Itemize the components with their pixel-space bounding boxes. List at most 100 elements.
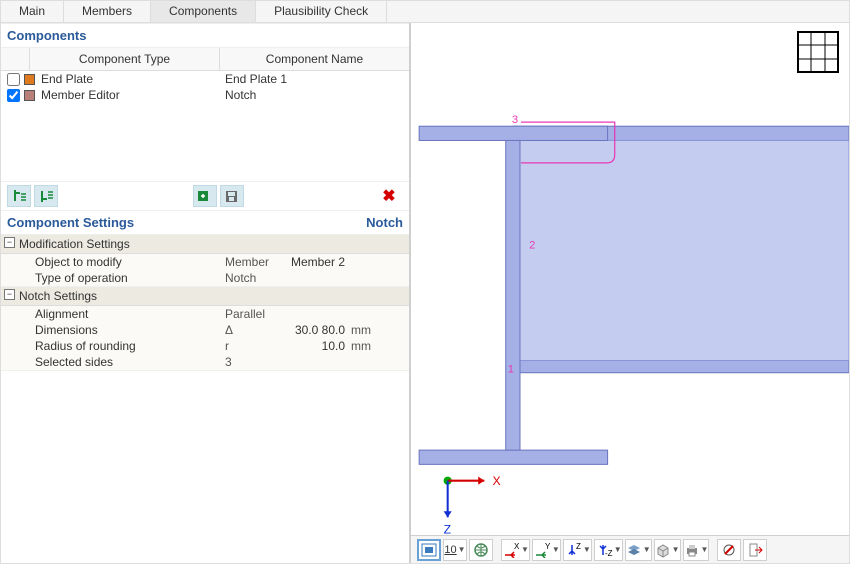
property-symbol: Δ: [225, 323, 261, 337]
property-value: Member 2: [261, 255, 351, 269]
print-button[interactable]: ▼: [683, 539, 710, 561]
view-mode-button[interactable]: [417, 539, 441, 561]
layers-button[interactable]: ▼: [625, 539, 652, 561]
tab-components[interactable]: Components: [151, 1, 256, 22]
add-button[interactable]: [193, 185, 217, 207]
group-title: Notch Settings: [19, 289, 97, 303]
flag-button[interactable]: [717, 539, 741, 561]
components-body: End Plate End Plate 1 Member Editor Notc…: [1, 71, 409, 181]
components-title: Components: [1, 23, 409, 48]
property-label: Object to modify: [35, 255, 225, 269]
property-row[interactable]: Dimensions Δ 30.0 80.0 mm: [1, 322, 409, 338]
move-up-button[interactable]: [7, 185, 31, 207]
table-row[interactable]: End Plate End Plate 1: [1, 71, 409, 87]
swatch-icon: [24, 90, 35, 101]
settings-title: Component Settings Notch: [1, 210, 409, 235]
axis-y-icon: Y: [533, 542, 551, 558]
property-value: 10.0: [261, 339, 351, 353]
move-up-icon: [11, 189, 27, 203]
move-down-icon: [38, 189, 54, 203]
add-icon: [197, 189, 213, 203]
property-row[interactable]: Alignment Parallel: [1, 306, 409, 322]
property-label: Type of operation: [35, 271, 225, 285]
tab-plausibility-check[interactable]: Plausibility Check: [256, 1, 387, 22]
axis-neg-z-icon: -Z: [595, 542, 613, 558]
property-row[interactable]: Radius of rounding r 10.0 mm: [1, 338, 409, 354]
property-symbol: 3: [225, 355, 261, 369]
collapse-icon[interactable]: −: [4, 289, 15, 300]
right-panel: 1 2 3 X Z: [411, 23, 849, 563]
flag-icon: [721, 542, 737, 558]
property-label: Radius of rounding: [35, 339, 225, 353]
tab-bar: Main Members Components Plausibility Che…: [1, 1, 849, 23]
property-symbol: Parallel: [225, 307, 261, 321]
property-label: Selected sides: [35, 355, 225, 369]
delete-button[interactable]: ✖: [378, 185, 400, 207]
layers-icon: [626, 542, 642, 558]
globe-icon: [473, 542, 489, 558]
collapse-icon[interactable]: −: [4, 237, 15, 248]
tab-main[interactable]: Main: [1, 1, 64, 22]
exit-icon: [747, 542, 763, 558]
row-type: End Plate: [39, 72, 219, 86]
save-icon: [224, 189, 240, 203]
group-header[interactable]: − Modification Settings: [1, 235, 409, 254]
row-name: Notch: [219, 88, 403, 102]
axis-x-button[interactable]: X▼: [501, 539, 530, 561]
swatch-icon: [24, 74, 35, 85]
property-unit: mm: [351, 339, 387, 353]
settings-grid: − Modification Settings Object to modify…: [1, 235, 409, 563]
property-label: Alignment: [35, 307, 225, 321]
axis-y-button[interactable]: Y▼: [532, 539, 561, 561]
scale-button[interactable]: 10▼: [443, 539, 467, 561]
components-header: Component Type Component Name: [1, 48, 409, 71]
tab-members[interactable]: Members: [64, 1, 151, 22]
table-row[interactable]: Member Editor Notch: [1, 87, 409, 103]
axis-x-label: X: [492, 474, 500, 488]
property-unit: mm: [351, 323, 387, 337]
left-panel: Components Component Type Component Name…: [1, 23, 411, 563]
axis-z-label: Z: [444, 523, 452, 535]
save-button[interactable]: [220, 185, 244, 207]
property-symbol: r: [225, 339, 261, 353]
globe-button[interactable]: [469, 539, 493, 561]
row-name: End Plate 1: [219, 72, 403, 86]
axis-x-icon: X: [502, 542, 520, 558]
delete-icon: ✖: [382, 186, 395, 206]
property-row[interactable]: Object to modify Member Member 2: [1, 254, 409, 270]
group-header[interactable]: − Notch Settings: [1, 287, 409, 306]
header-component-name: Component Name: [220, 48, 409, 70]
property-symbol: Notch: [225, 271, 261, 285]
node-label-1: 1: [508, 364, 514, 376]
print-icon: [684, 542, 700, 558]
components-table: Component Type Component Name End Plate …: [1, 48, 409, 181]
property-row[interactable]: Selected sides 3: [1, 354, 409, 370]
node-label-3: 3: [512, 114, 518, 126]
row-checkbox[interactable]: [7, 73, 20, 86]
view-grid-button[interactable]: [797, 31, 839, 73]
components-toolstrip: ✖: [1, 181, 409, 210]
svg-text:Y: Y: [545, 542, 551, 551]
viewport[interactable]: 1 2 3 X Z: [411, 23, 849, 535]
axis-z-icon: Z: [564, 542, 582, 558]
cube-button[interactable]: ▼: [654, 539, 681, 561]
grid-icon: [797, 31, 839, 73]
property-symbol: Member: [225, 255, 261, 269]
viewport-toolbar: 10▼ X▼ Y▼ Z▼ -Z▼ ▼: [411, 535, 849, 563]
scene-svg: 1 2 3 X Z: [411, 23, 849, 535]
exit-button[interactable]: [743, 539, 767, 561]
property-value: 30.0 80.0: [261, 323, 351, 337]
svg-text:X: X: [514, 542, 520, 551]
property-label: Dimensions: [35, 323, 225, 337]
settings-title-label: Component Settings: [7, 215, 134, 230]
row-checkbox[interactable]: [7, 89, 20, 102]
axis-z-button[interactable]: Z▼: [563, 539, 592, 561]
row-type: Member Editor: [39, 88, 219, 102]
svg-text:-Z: -Z: [605, 549, 613, 558]
property-row[interactable]: Type of operation Notch: [1, 270, 409, 286]
svg-text:Z: Z: [576, 542, 581, 551]
settings-subtitle: Notch: [366, 215, 403, 230]
axis-neg-z-button[interactable]: -Z▼: [594, 539, 623, 561]
move-down-button[interactable]: [34, 185, 58, 207]
view-mode-icon: [421, 543, 437, 557]
